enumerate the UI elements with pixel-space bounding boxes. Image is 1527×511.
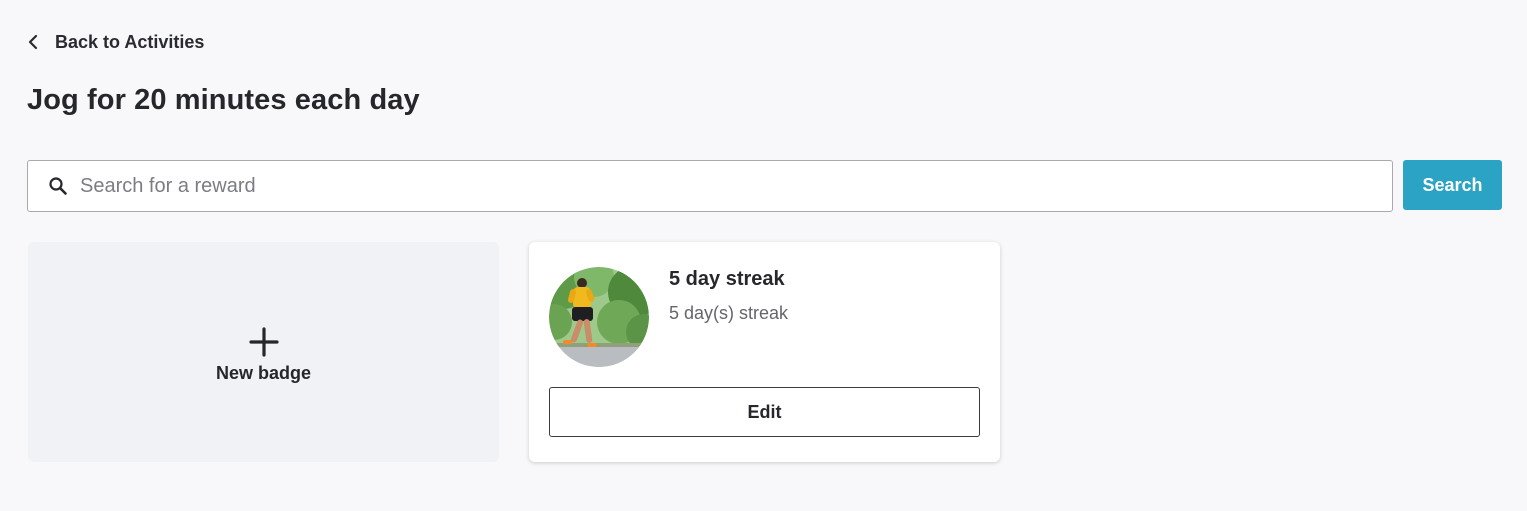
- page: Back to Activities Jog for 20 minutes ea…: [0, 0, 1527, 511]
- badge-description: 5 day(s) streak: [669, 303, 789, 323]
- back-to-activities-link[interactable]: Back to Activities: [27, 30, 204, 54]
- badge-card: 5 day streak 5 day(s) streak Edit: [529, 242, 1000, 462]
- back-link-label: Back to Activities: [55, 31, 205, 52]
- search-box[interactable]: [27, 160, 1393, 212]
- search-icon: [48, 176, 68, 196]
- new-badge-label: New badge: [215, 362, 312, 383]
- chevron-left-icon: [27, 34, 41, 50]
- search-input[interactable]: [80, 174, 1330, 198]
- search-button[interactable]: Search: [1403, 160, 1502, 210]
- new-badge-card[interactable]: New badge: [28, 242, 499, 462]
- page-title: Jog for 20 minutes each day: [27, 84, 420, 116]
- edit-badge-button[interactable]: Edit: [549, 387, 980, 437]
- badge-title: 5 day streak: [669, 268, 785, 290]
- plus-icon: [248, 321, 279, 357]
- badge-image: [549, 267, 649, 367]
